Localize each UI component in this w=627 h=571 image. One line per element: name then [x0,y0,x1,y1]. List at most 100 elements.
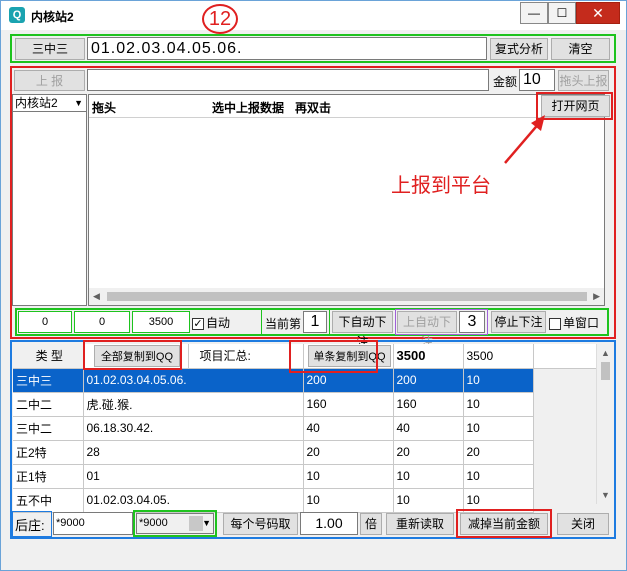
amount-input[interactable]: 10 [519,69,555,91]
chevron-down-icon: ▼ [202,518,211,528]
grid-vertical-scrollbar[interactable]: ▲ ▼ [596,344,613,504]
horizontal-scroll-thumb[interactable] [107,292,587,301]
grid-cell-value-3: 10 [463,392,534,417]
grid-cell-value-2: 200 [393,368,464,393]
up-auto-input[interactable]: 3 [459,311,485,333]
counter-field-2: 0 [74,311,130,333]
grid-cell-value-3: 10 [463,416,534,441]
report-text-input[interactable] [87,69,489,91]
maximize-button[interactable]: ☐ [548,2,576,24]
grid-cell-type: 正2特 [13,440,84,465]
back-label: 后庄: [15,518,45,533]
annotation-number-badge: 12 [202,4,238,34]
grid-cell-numbers: 01 [83,464,304,489]
grid-cell-type: 正1特 [13,464,84,489]
up-auto-bet-button[interactable]: 上自动下注 [397,311,457,349]
clear-button[interactable]: 清空 [551,38,610,60]
grid-header-type: 类 型 [13,344,84,369]
analyze-button[interactable]: 复式分析 [490,38,548,60]
grid-cell-value-3: 10 [463,368,534,393]
grid-header-summary: 项目汇总: [188,344,304,369]
back-input[interactable]: *9000 [53,512,133,535]
grid-cell-value-3: 20 [463,440,534,465]
current-input[interactable]: 1 [303,311,327,333]
list-col-double-click: 再双击 [295,101,332,115]
title-bar: Q 内核站2 12 — ☐ ✕ [1,1,626,34]
scroll-down-icon[interactable]: ▼ [601,490,610,500]
current-label: 当前第 [265,317,302,331]
counter-field-3: 3500 [132,311,190,333]
grid-cell-value-1: 10 [303,488,394,513]
main-window: Q 内核站2 12 — ☐ ✕ 三中三 01.02.03.04.05.06. 复… [0,0,627,571]
grid-cell-value-1: 20 [303,440,394,465]
report-button[interactable]: 上 报 [14,70,85,91]
list-col-selected: 选中上报数据 [212,101,285,115]
grid-cell-type: 三中二 [13,416,84,441]
station-select-value: 内核站2 [15,96,58,110]
scroll-left-icon[interactable]: ◀ [93,291,100,302]
amount-label: 金额 [493,75,518,89]
grid-cell-value-1: 10 [303,464,394,489]
multiplier-input[interactable]: 1.00 [300,512,358,535]
stop-bet-button[interactable]: 停止下注 [491,311,546,333]
table-row[interactable]: 正1特 01 10 10 10 [13,464,596,489]
grid-cell-value-3: 10 [463,464,534,489]
summary-label: 项目汇总: [199,349,251,364]
grid-cell-numbers: 虎.碰.猴. [83,392,304,417]
chevron-down-icon: ▼ [74,98,83,108]
table-row[interactable]: 正2特 28 20 20 20 [13,440,596,465]
annotation-text: 上报到平台 [391,175,491,197]
back-select-value: *9000 [139,517,168,529]
grid-cell-type: 五不中 [13,488,84,513]
grid-cell-value-2: 160 [393,392,464,417]
grid-cell-type: 三中三 [13,368,84,393]
close-window-button[interactable]: ✕ [576,2,620,24]
auto-checkbox[interactable]: ✓ 自动 [192,314,230,331]
numbers-input[interactable]: 01.02.03.04.05.06. [87,37,487,60]
select-swatch [189,516,203,531]
grid-scroll-thumb[interactable] [601,362,610,380]
single-window-label: 单窗口 [563,316,600,330]
reload-button[interactable]: 重新读取 [386,513,454,535]
window-title: 内核站2 [31,10,74,24]
app-icon: Q [9,7,25,23]
unchecked-box-icon [549,317,561,330]
annotation-arrow [504,115,545,164]
grid-cell-value-1: 160 [303,392,394,417]
list-col-drag: 拖头 [92,101,117,115]
copy-all-highlight [83,340,182,370]
grid-cell-value-1: 40 [303,416,394,441]
grid-cell-value-2: 40 [393,416,464,441]
grid-cell-numbers: 28 [83,440,304,465]
auto-label: 自动 [206,316,231,330]
grid-cell-numbers: 01.02.03.04.05.06. [83,368,304,393]
grid-cell-type: 二中二 [13,392,84,417]
per-code-button[interactable]: 每个号码取 [223,513,298,535]
bet-type-button[interactable]: 三中三 [15,38,85,60]
open-web-button[interactable]: 打开网页 [541,95,610,117]
grid-cell-value-2: 10 [393,464,464,489]
table-row[interactable]: 三中二 06.18.30.42. 40 40 10 [13,416,596,441]
grid-header-total-1: 3500 [393,344,464,369]
station-list[interactable] [12,112,87,306]
scroll-up-icon[interactable]: ▲ [601,348,610,358]
minimize-button[interactable]: — [520,2,548,24]
down-auto-bet-button[interactable]: 下自动下注 [332,311,393,349]
grid-cell-value-2: 20 [393,440,464,465]
subtract-amount-button[interactable]: 减掉当前金额 [460,513,548,535]
scroll-right-icon[interactable]: ▶ [593,291,600,302]
back-select[interactable]: *9000 ▼ [136,513,214,534]
table-row[interactable]: 二中二 虎.碰.猴. 160 160 10 [13,392,596,417]
copy-single-highlight [289,340,378,373]
status-bar [2,541,625,567]
grid-cell-value-2: 10 [393,488,464,513]
check-icon: ✓ [192,317,204,330]
counter-field-1: 0 [18,311,72,333]
horizontal-scrollbar[interactable]: ◀ ▶ [89,288,604,305]
station-select[interactable]: 内核站2 ▼ [12,94,87,112]
times-button[interactable]: 倍 [360,513,382,535]
close-button[interactable]: 关闭 [557,513,609,535]
grid-header-total-2: 3500 [463,344,534,369]
single-window-checkbox[interactable]: 单窗口 [549,314,599,331]
drag-report-button[interactable]: 拖头上报 [558,70,609,91]
